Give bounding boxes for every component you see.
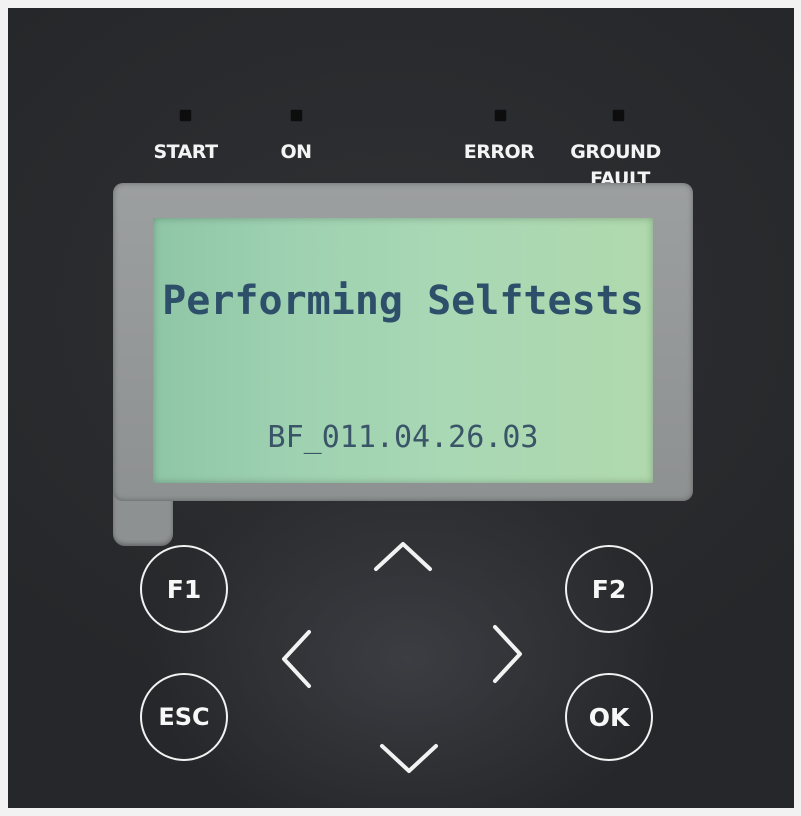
chevron-down-icon bbox=[380, 744, 438, 773]
right-button[interactable] bbox=[490, 623, 526, 685]
start-label: START bbox=[153, 141, 218, 163]
f1-button-label: F1 bbox=[166, 574, 202, 604]
error-led bbox=[495, 110, 506, 121]
chevron-up-icon bbox=[374, 542, 432, 571]
up-button[interactable] bbox=[372, 538, 434, 574]
error-label: ERROR bbox=[463, 141, 535, 163]
on-label: ON bbox=[280, 141, 312, 163]
ok-button-label: OK bbox=[588, 702, 630, 732]
esc-button-label: ESC bbox=[158, 703, 210, 731]
start-led bbox=[180, 110, 191, 121]
ground-fault-led bbox=[613, 110, 624, 121]
lcd-status-text: Performing Selftests bbox=[162, 278, 644, 324]
f1-button[interactable]: F1 bbox=[140, 545, 228, 633]
down-button[interactable] bbox=[378, 741, 440, 777]
left-button[interactable] bbox=[278, 628, 314, 690]
ok-button[interactable]: OK bbox=[565, 673, 653, 761]
chevron-right-icon bbox=[493, 625, 522, 683]
f2-button-label: F2 bbox=[591, 574, 627, 604]
f2-button[interactable]: F2 bbox=[565, 545, 653, 633]
lcd-firmware-version: BF_011.04.26.03 bbox=[267, 420, 539, 455]
on-led bbox=[291, 110, 302, 121]
chevron-left-icon bbox=[282, 630, 311, 688]
control-panel: START ON ERROR GROUND FAULT Performing S… bbox=[8, 8, 794, 808]
ground-fault-label-line1: GROUND bbox=[570, 141, 661, 163]
lcd-screen: Performing Selftests BF_011.04.26.03 bbox=[153, 218, 653, 483]
esc-button[interactable]: ESC bbox=[140, 673, 228, 761]
